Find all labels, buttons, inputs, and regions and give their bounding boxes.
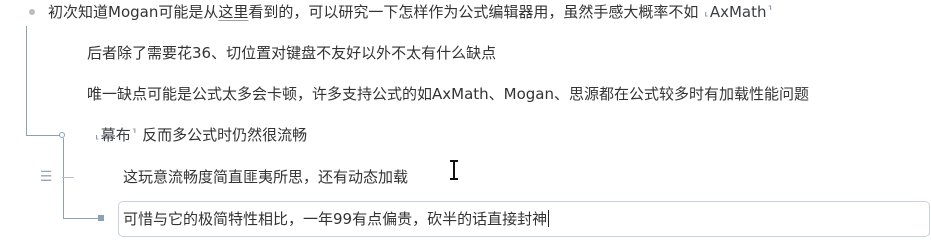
outline-item[interactable]: 唯一缺点可能是公式太多会卡顿，许多支持公式的如AxMath、Mogan、思源都在…	[87, 80, 809, 108]
outline-item[interactable]: 后者除了需要花36、切位置对键盘不友好以外不太有什么缺点	[87, 39, 496, 67]
inline-link[interactable]: 这里	[218, 3, 248, 21]
connector-node	[98, 215, 104, 221]
item-text: 后者除了需要花36、切位置对键盘不友好以外不太有什么缺点	[87, 44, 497, 62]
item-text: 看到的，可以研究一下怎样作为公式编辑器用，虽然手感大概率不如	[248, 3, 704, 21]
connector-line	[63, 218, 101, 219]
text-caret	[548, 210, 550, 227]
block-ref[interactable]: ⸤AxMath⸣	[703, 0, 773, 27]
block-ref-close-icon: ⸣	[767, 4, 773, 18]
drag-handle-icon[interactable]: ☰	[37, 168, 55, 186]
item-text: 唯一缺点可能是公式太多会卡顿，许多支持公式的如AxMath、Mogan、思源都在…	[87, 85, 810, 103]
outline-editor: 初次知道Mogan可能是从这里看到的，可以研究一下怎样作为公式编辑器用，虽然手感…	[0, 0, 931, 243]
bullet-icon[interactable]	[29, 9, 35, 15]
block-ref-close-icon: ⸣	[131, 127, 137, 141]
outline-item-editing[interactable]: 可惜与它的极简特性相比，一年99有点偏贵，砍半的话直接封神	[123, 205, 550, 233]
block-ref[interactable]: ⸤幕布⸣	[94, 121, 137, 150]
connector-line	[26, 26, 27, 136]
item-text[interactable]: 可惜与它的极简特性相比，一年99有点偏贵，砍半的话直接封神	[123, 210, 547, 228]
block-ref-label: AxMath	[709, 3, 767, 21]
item-text: 这玩意流畅度简直匪夷所思，还有动态加载	[123, 168, 409, 186]
outline-item[interactable]: 这玩意流畅度简直匪夷所思，还有动态加载	[123, 163, 408, 191]
connector-line	[26, 135, 62, 136]
block-ref-label: 幕布	[100, 126, 131, 144]
outline-item[interactable]: ⸤幕布⸣ 反而多公式时仍然很流畅	[94, 121, 307, 149]
text-cursor-icon	[450, 160, 458, 180]
item-text: 反而多公式时仍然很流畅	[137, 126, 308, 144]
connector-line	[63, 138, 64, 218]
outline-item[interactable]: 初次知道Mogan可能是从这里看到的，可以研究一下怎样作为公式编辑器用，虽然手感…	[48, 0, 773, 26]
drag-indicator-line	[62, 177, 74, 178]
block-ref-open-icon: ⸤	[95, 127, 100, 141]
block-ref-open-icon: ⸤	[704, 4, 709, 18]
item-text: 初次知道Mogan可能是从	[48, 3, 219, 21]
connector-node	[59, 132, 65, 138]
